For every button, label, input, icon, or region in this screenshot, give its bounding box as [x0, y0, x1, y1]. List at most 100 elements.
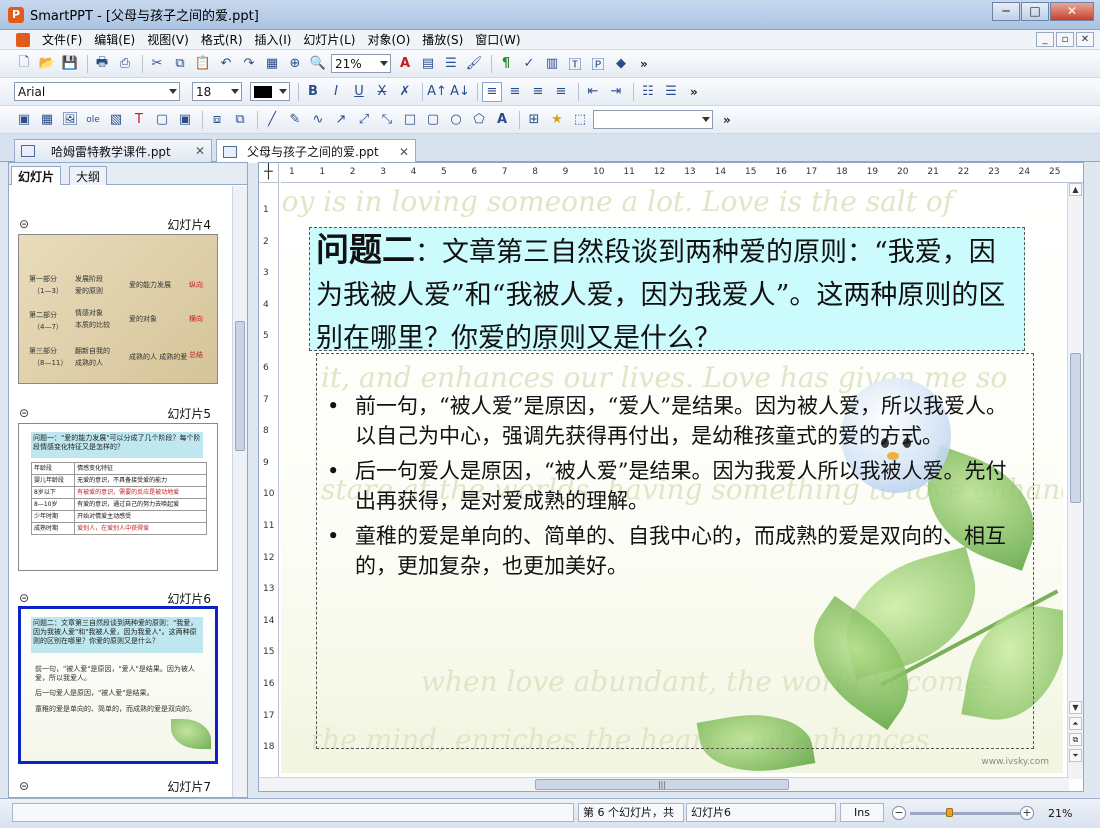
arrow-icon[interactable]: ↗	[331, 110, 351, 130]
insert-table-icon[interactable]: ▦	[262, 54, 282, 74]
paragraph-mark-icon[interactable]: ¶	[496, 54, 516, 74]
tab-outline[interactable]: 大纲	[69, 166, 108, 185]
clear-format-icon[interactable]: ✗	[395, 82, 415, 102]
menu-slide[interactable]: 幻灯片(L)	[297, 31, 361, 48]
slide-title-textbox[interactable]: 问题二：文章第三自然段谈到两种爱的原则：“我爱，因为我被人爱”和“我被人爱，因为…	[309, 227, 1025, 354]
group-icon[interactable]: ⧈	[207, 110, 227, 130]
increase-indent-icon[interactable]: ⇥	[606, 82, 626, 102]
format-painter-icon[interactable]: 🖌	[464, 54, 484, 74]
preview-icon[interactable]: 🄿	[588, 54, 608, 74]
align-objects-icon[interactable]: ⊞	[524, 110, 544, 130]
image-icon[interactable]: 🖼	[60, 110, 80, 130]
menu-view[interactable]: 视图(V)	[141, 31, 195, 48]
doc-restore-button[interactable]: ▫	[1056, 32, 1074, 47]
line-icon[interactable]: ╱	[262, 110, 282, 130]
numbered-list-icon[interactable]: ☰	[661, 82, 681, 102]
font-name-combo[interactable]: Arial	[14, 82, 180, 101]
ruler-corner[interactable]: ┼	[259, 163, 279, 183]
redo-icon[interactable]: ↷	[239, 54, 259, 74]
elbow-connector-icon[interactable]: ⤡	[377, 110, 397, 130]
zoom-in-icon[interactable]: +	[1020, 806, 1034, 820]
cut-icon[interactable]: ✂	[147, 54, 167, 74]
strikethrough-icon[interactable]: X	[372, 82, 392, 102]
font-size-combo[interactable]: 18	[192, 82, 242, 101]
bold-icon[interactable]: B	[303, 82, 323, 102]
slide-thumbnail-6-selected[interactable]: 问题二：文章第三自然段谈到两种爱的原则："我爱，因为我被人爱"和"我被人爱，因为…	[18, 606, 218, 764]
copy-icon[interactable]: ⧉	[170, 54, 190, 74]
slide-thumbnail-4[interactable]: 第一部分 （1—3） 发展阶段 爱的原则 爱的能力发展 纵向 第二部分 （4—7…	[18, 234, 218, 384]
align-right-icon[interactable]: ≡	[528, 82, 548, 102]
scrollbar-thumb[interactable]	[1070, 353, 1081, 503]
menu-object[interactable]: 对象(O)	[361, 31, 416, 48]
scroll-down-icon[interactable]: ▼	[1069, 701, 1082, 714]
close-tab-icon[interactable]: ✕	[399, 145, 409, 159]
zoom-slider[interactable]	[910, 812, 1020, 815]
scroll-up-icon[interactable]: ▲	[1069, 183, 1082, 196]
ungroup-icon[interactable]: ⧉	[230, 110, 250, 130]
zoom-in-icon[interactable]: ⊕	[285, 54, 305, 74]
template-icon[interactable]: 🅃	[565, 54, 585, 74]
chart-object-icon[interactable]: ▧	[106, 110, 126, 130]
new-file-icon[interactable]: 🗋	[14, 54, 34, 74]
menu-edit[interactable]: 编辑(E)	[88, 31, 141, 48]
previous-slide-icon[interactable]: ⏶	[1069, 717, 1082, 730]
slide-canvas[interactable]: joy is in loving someone a lot. Love is …	[281, 183, 1063, 773]
toolbar-more-chevron[interactable]: »	[690, 85, 698, 99]
find-icon[interactable]: 🔍	[308, 54, 328, 74]
doc-minimize-button[interactable]: _	[1036, 32, 1054, 47]
slide-horizontal-scrollbar[interactable]: |||	[259, 777, 1069, 791]
close-button[interactable]: ✕	[1050, 2, 1094, 21]
doc-close-button[interactable]: ✕	[1076, 32, 1094, 47]
slide-body-textbox[interactable]: • 前一句，“被人爱”是原因，“爱人”是结果。因为被人爱，所以我爱人。以自己为中心…	[316, 353, 1034, 749]
toolbar-more-chevron[interactable]: »	[723, 113, 731, 127]
ole-object-icon[interactable]: ole	[83, 110, 103, 130]
rectangle-icon[interactable]: □	[400, 110, 420, 130]
ellipse-icon[interactable]: ○	[446, 110, 466, 130]
grow-font-icon[interactable]: A↑	[427, 82, 447, 102]
frame-icon[interactable]: ▢	[152, 110, 172, 130]
menu-play[interactable]: 播放(S)	[416, 31, 469, 48]
chart-icon[interactable]: ▥	[542, 54, 562, 74]
doc-tab-hamlet[interactable]: 哈姆雷特教学课件.ppt ✕	[14, 139, 212, 162]
slide-layout-icon[interactable]: ▤	[418, 54, 438, 74]
style-combo[interactable]	[593, 110, 713, 129]
export-pdf-icon[interactable]: ⎙	[115, 54, 135, 74]
doc-tab-parents-love[interactable]: 父母与孩子之间的爱.ppt ✕	[216, 139, 416, 163]
save-icon[interactable]: 💾	[60, 54, 80, 74]
wordart-icon[interactable]: A	[492, 110, 512, 130]
zoom-slider-knob[interactable]	[945, 808, 953, 817]
print-icon[interactable]: 🖶	[92, 54, 112, 74]
scrollbar-thumb[interactable]: |||	[535, 779, 789, 790]
plugin-icon[interactable]: ◆	[611, 54, 631, 74]
open-folder-icon[interactable]: 📂	[37, 54, 57, 74]
paste-icon[interactable]: 📋	[193, 54, 213, 74]
slide-vertical-scrollbar[interactable]: ▲ ▼ ⏶ ⧉ ⏷	[1067, 183, 1083, 779]
outline-icon[interactable]: ☰	[441, 54, 461, 74]
minimize-button[interactable]: ─	[992, 2, 1020, 21]
text-frame-icon[interactable]: T	[129, 110, 149, 130]
rounded-rectangle-icon[interactable]: ▢	[423, 110, 443, 130]
slide-thumbnail-5[interactable]: 问题一："爱的能力发展"可以分成了几个阶段？每个阶段情感变化特征又是怎样的？ 年…	[18, 423, 218, 571]
align-center-icon[interactable]: ≡	[505, 82, 525, 102]
bullet-list-icon[interactable]: ☷	[638, 82, 658, 102]
table-icon[interactable]: ▦	[37, 110, 57, 130]
curve-icon[interactable]: ∿	[308, 110, 328, 130]
justify-icon[interactable]: ≡	[551, 82, 571, 102]
scrollbar-thumb[interactable]	[235, 321, 245, 451]
close-tab-icon[interactable]: ✕	[195, 144, 205, 158]
menu-file[interactable]: 文件(F)	[36, 31, 88, 48]
select-objects-icon[interactable]: ⬚	[570, 110, 590, 130]
align-left-icon[interactable]: ≡	[482, 81, 502, 102]
menu-insert[interactable]: 插入(I)	[249, 31, 298, 48]
textbox-icon[interactable]: ▣	[14, 110, 34, 130]
text-color-icon[interactable]: A	[395, 54, 415, 74]
zoom-out-icon[interactable]: −	[892, 806, 906, 820]
zoom-combo[interactable]: 21%	[331, 54, 391, 73]
spell-check-icon[interactable]: ✓	[519, 54, 539, 74]
toolbar-more-chevron[interactable]: »	[640, 57, 648, 71]
shrink-font-icon[interactable]: A↓	[450, 82, 470, 102]
pencil-icon[interactable]: ✎	[285, 110, 305, 130]
star-icon[interactable]: ★	[547, 110, 567, 130]
tab-slides[interactable]: 幻灯片	[11, 166, 62, 185]
menu-window[interactable]: 窗口(W)	[469, 31, 526, 48]
